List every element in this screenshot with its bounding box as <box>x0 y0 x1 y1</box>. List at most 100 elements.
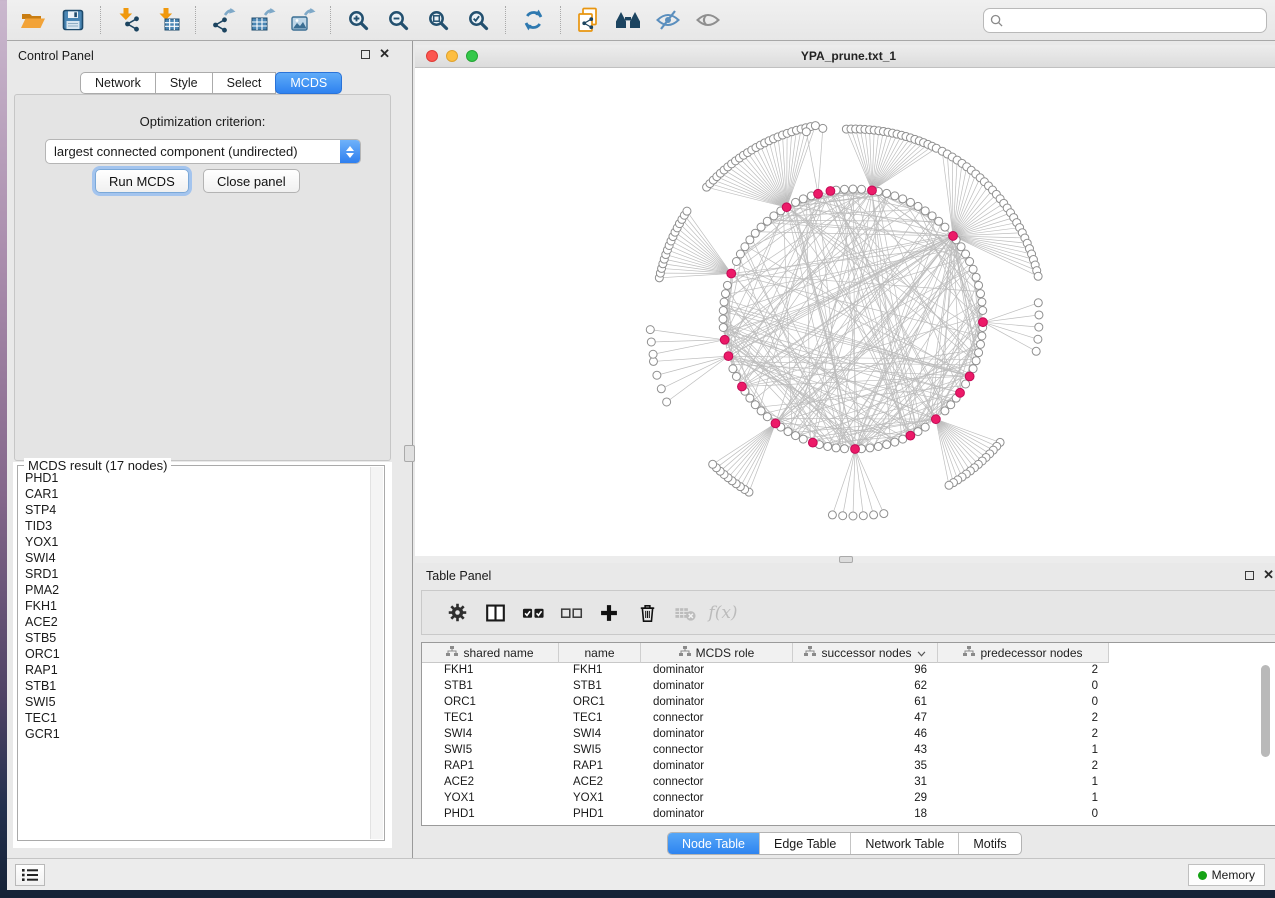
table-row[interactable]: SWI4SWI4dominator462 <box>422 727 1275 743</box>
select-all-icon[interactable] <box>514 596 552 630</box>
binoculars-icon[interactable] <box>608 3 648 37</box>
network-node[interactable] <box>1034 335 1042 343</box>
delete-column-icon[interactable] <box>628 596 666 630</box>
table-cell[interactable]: dominator <box>641 727 793 743</box>
network-node[interactable] <box>975 281 983 289</box>
network-node[interactable] <box>683 207 691 215</box>
network-node[interactable] <box>883 189 891 197</box>
table-cell[interactable]: connector <box>641 791 793 807</box>
horizontal-splitter[interactable] <box>415 556 1275 563</box>
network-node[interactable] <box>883 441 891 449</box>
table-cell[interactable]: 18 <box>793 807 938 823</box>
network-node[interactable] <box>732 372 740 380</box>
network-node[interactable] <box>663 398 671 406</box>
table-cell[interactable]: connector <box>641 775 793 791</box>
table-cell[interactable]: ACE2 <box>559 775 641 791</box>
mcds-result-item[interactable]: STB1 <box>25 678 370 694</box>
zoom-fit-icon[interactable] <box>418 3 458 37</box>
mcds-dominator-node[interactable] <box>949 232 958 241</box>
network-node[interactable] <box>866 444 874 452</box>
network-node[interactable] <box>828 511 836 519</box>
mcds-dominator-node[interactable] <box>771 419 780 428</box>
sort-chevron-icon[interactable] <box>917 646 926 660</box>
table-cell[interactable]: 0 <box>938 695 1109 711</box>
table-cell[interactable]: 0 <box>938 807 1109 823</box>
table-cell[interactable]: 46 <box>793 727 938 743</box>
tab-mcds[interactable]: MCDS <box>275 72 342 94</box>
network-node[interactable] <box>646 326 654 334</box>
table-row[interactable]: ORC1ORC1dominator610 <box>422 695 1275 711</box>
table-cell[interactable]: 62 <box>793 679 938 695</box>
mcds-result-item[interactable]: GCR1 <box>25 726 370 742</box>
show-panels-list-button[interactable] <box>15 864 45 886</box>
mcds-dominator-node[interactable] <box>931 415 940 424</box>
table-cell[interactable]: STB1 <box>559 679 641 695</box>
table-cell[interactable]: 1 <box>938 775 1109 791</box>
network-node[interactable] <box>941 223 949 231</box>
table-cell[interactable]: SWI5 <box>559 743 641 759</box>
mcds-result-item[interactable]: PHD1 <box>25 470 370 486</box>
table-row[interactable]: TEC1TEC1connector472 <box>422 711 1275 727</box>
network-node[interactable] <box>859 512 867 520</box>
network-node[interactable] <box>832 444 840 452</box>
table-cell[interactable]: RAP1 <box>422 759 559 775</box>
mcds-result-item[interactable]: YOX1 <box>25 534 370 550</box>
mcds-dominator-node[interactable] <box>956 388 965 397</box>
export-table-icon[interactable] <box>243 3 283 37</box>
table-cell[interactable]: 43 <box>793 743 938 759</box>
mcds-result-item[interactable]: SRD1 <box>25 566 370 582</box>
network-node[interactable] <box>647 338 655 346</box>
mcds-result-item[interactable]: FKH1 <box>25 598 370 614</box>
mcds-result-item[interactable]: TEC1 <box>25 710 370 726</box>
network-node[interactable] <box>709 460 717 468</box>
table-row[interactable]: RAP1RAP1dominator352 <box>422 759 1275 775</box>
table-cell[interactable]: dominator <box>641 695 793 711</box>
mcds-result-item[interactable]: SWI4 <box>25 550 370 566</box>
memory-button[interactable]: Memory <box>1188 864 1265 886</box>
network-node[interactable] <box>649 350 657 358</box>
mcds-dominator-node[interactable] <box>965 372 974 381</box>
table-cell[interactable]: ORC1 <box>422 695 559 711</box>
table-row[interactable]: FKH1FKH1dominator962 <box>422 663 1275 679</box>
network-node[interactable] <box>1032 347 1040 355</box>
table-cell[interactable]: dominator <box>641 759 793 775</box>
horizontal-splitter-handle[interactable] <box>839 556 853 563</box>
table-cell[interactable]: dominator <box>641 807 793 823</box>
network-node[interactable] <box>802 128 810 136</box>
table-cell[interactable]: ORC1 <box>559 695 641 711</box>
settings-gear-icon[interactable] <box>438 596 476 630</box>
network-canvas[interactable] <box>415 68 1275 556</box>
mcds-dominator-node[interactable] <box>720 335 729 344</box>
add-column-icon[interactable] <box>590 596 628 630</box>
mcds-dominator-node[interactable] <box>868 186 877 195</box>
network-node[interactable] <box>757 407 765 415</box>
table-row[interactable]: ACE2ACE2connector311 <box>422 775 1275 791</box>
table-cell[interactable]: 47 <box>793 711 938 727</box>
network-node[interactable] <box>969 265 977 273</box>
network-node[interactable] <box>941 407 949 415</box>
mcds-dominator-node[interactable] <box>782 203 791 212</box>
column-header-MCDS-role[interactable]: MCDS role <box>641 643 793 663</box>
column-header-successor-nodes[interactable]: successor nodes <box>793 643 938 663</box>
network-node[interactable] <box>840 185 848 193</box>
search-input[interactable] <box>1007 13 1260 27</box>
network-node[interactable] <box>858 185 866 193</box>
network-node[interactable] <box>849 512 857 520</box>
tab-select[interactable]: Select <box>213 72 277 94</box>
run-mcds-button[interactable]: Run MCDS <box>95 169 189 193</box>
table-scrollbar-thumb[interactable] <box>1261 665 1270 757</box>
table-cell[interactable]: FKH1 <box>422 663 559 679</box>
network-node[interactable] <box>921 207 929 215</box>
mcds-result-item[interactable]: RAP1 <box>25 662 370 678</box>
table-cell[interactable]: 2 <box>938 663 1109 679</box>
tab-edge-table[interactable]: Edge Table <box>760 833 851 854</box>
network-node[interactable] <box>746 394 754 402</box>
table-cell[interactable]: 29 <box>793 791 938 807</box>
table-cell[interactable]: 96 <box>793 663 938 679</box>
table-scrollbar[interactable] <box>1261 665 1270 820</box>
eye-icon[interactable] <box>688 3 728 37</box>
network-node[interactable] <box>811 122 819 130</box>
network-node[interactable] <box>757 223 765 231</box>
network-node[interactable] <box>972 273 980 281</box>
save-session-icon[interactable] <box>53 3 93 37</box>
